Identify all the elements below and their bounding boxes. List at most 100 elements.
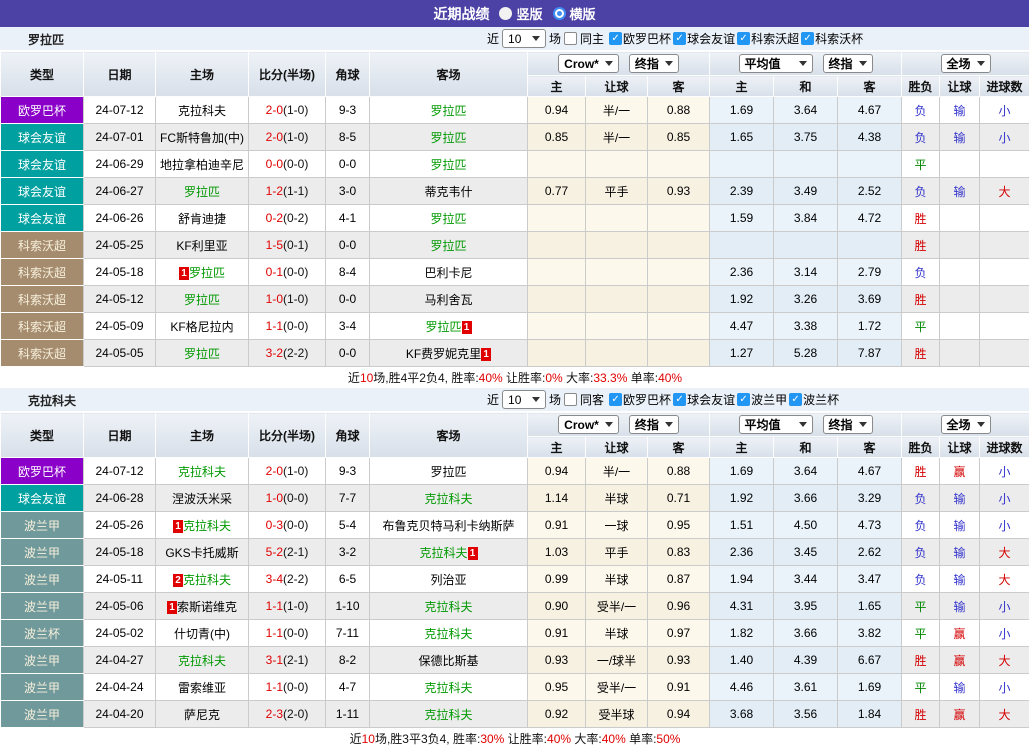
away-odds: 0.88 (648, 97, 710, 124)
summary-segment: 大率: (571, 732, 602, 746)
result-verdict: 平 (902, 593, 940, 620)
league-badge: 球会友谊 (1, 124, 84, 151)
summary-segment: 单率: (626, 732, 657, 746)
scope-select[interactable]: 全场 (941, 415, 991, 434)
avg-home-odds: 3.68 (710, 701, 774, 728)
match-row: 欧罗巴杯24-07-12克拉科夫2-0(1-0)9-3罗拉匹0.94半/一0.8… (1, 458, 1029, 485)
handicap-verdict (940, 259, 980, 286)
avg-stage-value: 终指 (829, 55, 853, 72)
layout-radio-vertical[interactable]: 竖版 (499, 4, 542, 23)
league-checkbox[interactable]: ✓ (673, 393, 686, 406)
handicap-verdict: 输 (940, 97, 980, 124)
match-row: 波兰甲24-05-261克拉科夫0-3(0-0)5-4布鲁克贝特马利卡纳斯萨0.… (1, 512, 1029, 539)
result-verdict: 负 (902, 259, 940, 286)
fulltime-score: 1-0 (266, 292, 283, 306)
handicap-line: 半/一 (586, 458, 648, 485)
home-team-name: 雷索维亚 (178, 681, 226, 695)
goals-verdict: 大 (980, 178, 1029, 205)
goals-verdict: 小 (980, 674, 1029, 701)
league-badge: 波兰甲 (1, 674, 84, 701)
result-verdict: 平 (902, 674, 940, 701)
corner-score: 3-4 (326, 313, 370, 340)
league-checkbox[interactable]: ✓ (673, 32, 686, 45)
avg-stage-select[interactable]: 终指 (823, 415, 873, 434)
sub-header-odds-away: 客 (648, 437, 710, 458)
league-checkbox[interactable]: ✓ (609, 393, 622, 406)
corner-score: 9-3 (326, 458, 370, 485)
layout-radio-horizontal[interactable]: 横版 (553, 4, 596, 23)
result-verdict: 负 (902, 566, 940, 593)
summary-segment: 让胜率: (504, 732, 547, 746)
away-team: 克拉科夫 (370, 593, 528, 620)
match-date: 24-05-05 (84, 340, 156, 367)
score-cell: 5-2(2-1) (249, 539, 326, 566)
home-team: 克拉科夫 (156, 97, 249, 124)
summary-segment: 让胜率: (503, 371, 546, 385)
avg-stage-select[interactable]: 终指 (823, 54, 873, 73)
goals-verdict: 小 (980, 620, 1029, 647)
halftime-score: (0-1) (283, 238, 308, 252)
goals-verdict (980, 313, 1029, 340)
league-checkbox[interactable]: ✓ (609, 32, 622, 45)
score-cell: 2-0(1-0) (249, 458, 326, 485)
home-odds (528, 232, 586, 259)
home-team: 雷索维亚 (156, 674, 249, 701)
league-checkbox[interactable]: ✓ (737, 32, 750, 45)
corner-score: 5-4 (326, 512, 370, 539)
avg-away-odds: 6.67 (838, 647, 902, 674)
avg-draw-odds: 4.39 (774, 647, 838, 674)
same-venue-checkbox[interactable] (564, 32, 577, 45)
recent-count-select[interactable]: 10 (502, 29, 546, 48)
odds-stage-select[interactable]: 终指 (629, 415, 679, 434)
sub-header-avg-home: 主 (710, 437, 774, 458)
scope-select[interactable]: 全场 (941, 54, 991, 73)
handicap-line: 一球 (586, 512, 648, 539)
league-badge: 球会友谊 (1, 205, 84, 232)
odds-stage-select[interactable]: 终指 (629, 54, 679, 73)
avg-draw-odds: 3.66 (774, 485, 838, 512)
match-date: 24-05-11 (84, 566, 156, 593)
away-odds: 0.91 (648, 674, 710, 701)
home-odds: 0.91 (528, 620, 586, 647)
away-team-name: 罗拉匹 (425, 320, 461, 334)
league-checkbox[interactable]: ✓ (789, 393, 802, 406)
corner-score: 7-7 (326, 485, 370, 512)
team-name: 罗拉匹 (28, 31, 64, 48)
radio-icon[interactable] (499, 7, 512, 20)
away-odds: 0.83 (648, 539, 710, 566)
home-team-name: 索斯诺维克 (177, 600, 237, 614)
score-cell: 0-2(0-2) (249, 205, 326, 232)
home-odds: 0.77 (528, 178, 586, 205)
fulltime-score: 1-1 (266, 680, 283, 694)
away-team-name: 罗拉匹 (430, 212, 466, 226)
avg-draw-odds: 3.14 (774, 259, 838, 286)
col-header-home: 主场 (156, 52, 249, 97)
league-checkbox[interactable]: ✓ (737, 393, 750, 406)
avg-source-value: 平均值 (745, 55, 781, 72)
result-verdict: 胜 (902, 205, 940, 232)
match-row: 波兰甲24-05-061索斯诺维克1-1(1-0)1-10克拉科夫0.90受半/… (1, 593, 1029, 620)
same-venue-checkbox[interactable] (564, 393, 577, 406)
away-team: 布鲁克贝特马利卡纳斯萨 (370, 512, 528, 539)
fulltime-score: 3-4 (266, 572, 283, 586)
match-date: 24-07-12 (84, 97, 156, 124)
avg-source-select[interactable]: 平均值 (739, 415, 813, 434)
odds-source-select[interactable]: Crow* (558, 415, 619, 434)
summary-segment: 40% (479, 371, 503, 385)
league-badge: 球会友谊 (1, 151, 84, 178)
home-team-name: 罗拉匹 (184, 347, 220, 361)
avg-away-odds: 1.65 (838, 593, 902, 620)
recent-count-select[interactable]: 10 (502, 390, 546, 409)
avg-source-select[interactable]: 平均值 (739, 54, 813, 73)
radio-icon[interactable] (553, 7, 566, 20)
handicap-verdict: 输 (940, 485, 980, 512)
avg-away-odds: 7.87 (838, 340, 902, 367)
odds-source-select[interactable]: Crow* (558, 54, 619, 73)
corner-score: 0-0 (326, 151, 370, 178)
halftime-score: (0-0) (283, 265, 308, 279)
match-date: 24-05-12 (84, 286, 156, 313)
league-checkbox[interactable]: ✓ (801, 32, 814, 45)
halftime-score: (1-0) (283, 292, 308, 306)
match-row: 球会友谊24-07-01FC斯特鲁加(中)2-0(1-0)8-5罗拉匹0.85半… (1, 124, 1029, 151)
home-team-name: 舒肯迪捷 (178, 212, 226, 226)
